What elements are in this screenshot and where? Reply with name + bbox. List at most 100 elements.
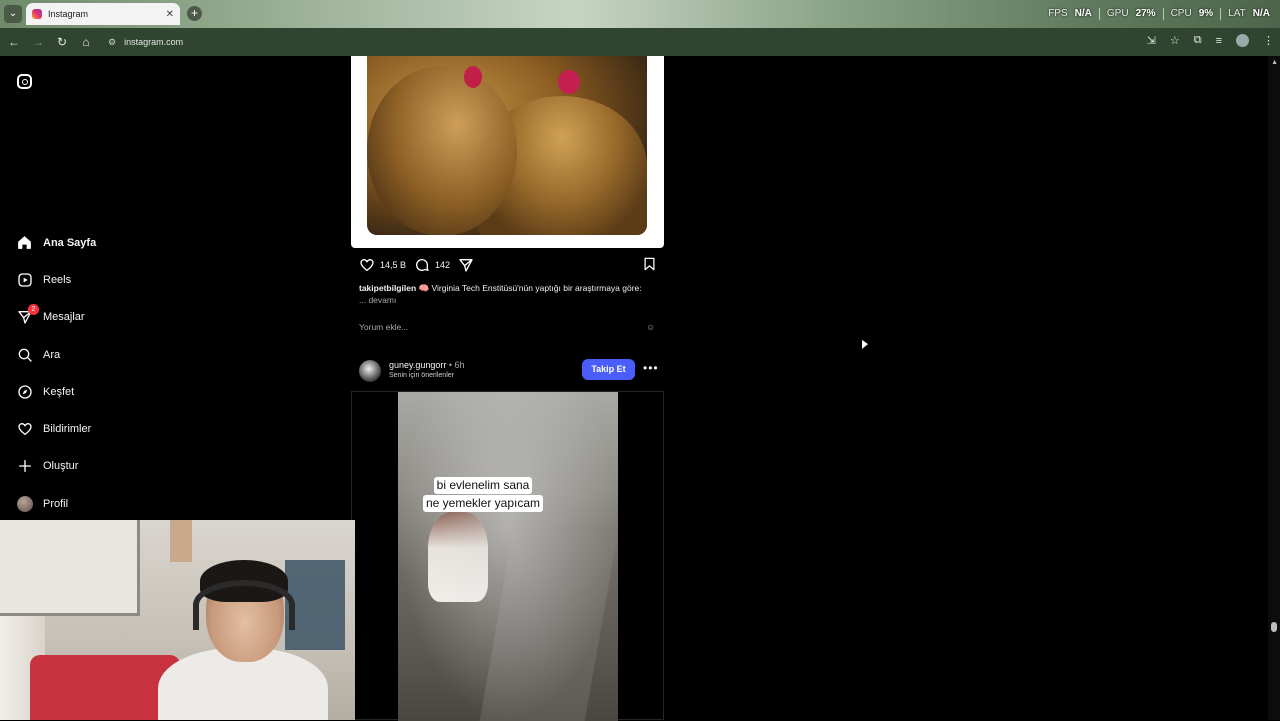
reels-icon (16, 271, 33, 288)
avatar[interactable] (359, 360, 381, 382)
scroll-up-icon[interactable]: ▲ (1271, 59, 1278, 66)
page-scrollbar[interactable]: ▲ (1268, 56, 1280, 720)
site-info-icon[interactable]: ⚙ (108, 37, 116, 48)
video-caption-line: bi evlenelim sana (433, 477, 533, 494)
caption-more-link[interactable]: ... devamı (359, 294, 649, 306)
gpu-label: GPU (1106, 8, 1129, 19)
post-user-line: guney.gungorr • 6h (389, 360, 465, 370)
comment-icon[interactable] (414, 257, 430, 273)
home-icon (16, 234, 33, 251)
tab-search-button[interactable]: ⌄ (4, 5, 22, 23)
instagram-logo-icon[interactable] (17, 74, 32, 89)
avatar-container (16, 495, 33, 512)
url-field[interactable]: ⚙ instagram.com (108, 37, 183, 48)
caption-text: Virginia Tech Enstitüsü'nün yaptığı bir … (431, 283, 642, 293)
post-time: • 6h (448, 360, 465, 370)
lat-label: LAT (1228, 8, 1246, 19)
install-app-icon[interactable]: ⇲ (1147, 34, 1156, 47)
post-video-container[interactable]: bi evlenelim sana ne yemekler yapıcam (351, 391, 664, 721)
like-count[interactable]: 14,5 B (380, 260, 406, 270)
sidebar-item-reels[interactable]: Reels (16, 261, 96, 298)
video-scene-detail (398, 392, 618, 721)
video-caption-line: ne yemekler yapıcam (422, 495, 544, 512)
video-overlay-text: bi evlenelim sana ne yemekler yapıcam (410, 476, 556, 512)
sidebar-item-label: Ara (43, 348, 61, 361)
post-caption: takipetbilgilen 🧠 Virginia Tech Enstitüs… (359, 282, 649, 306)
mouse-cursor-icon (862, 339, 868, 354)
search-icon (16, 346, 33, 363)
bookmark-icon[interactable] (642, 256, 657, 272)
gpu-value: 27% (1135, 8, 1156, 19)
suggested-label: Senin için önerilenler (389, 372, 454, 379)
sidebar-item-notifications[interactable]: Bildirimler (16, 410, 96, 447)
performance-overlay: FPS N/A GPU 27% CPU 9% LAT N/A (1048, 8, 1270, 20)
comment-input[interactable]: Yorum ekle... (359, 322, 408, 332)
cpu-label: CPU (1170, 8, 1192, 19)
like-heart-icon[interactable] (359, 257, 375, 273)
reload-icon[interactable]: ↻ (50, 35, 74, 49)
media-controls-icon[interactable]: ≡ (1216, 35, 1222, 47)
scrollbar-thumb[interactable] (1271, 622, 1277, 632)
browser-tab-bar: ⌄ Instagram ✕ + FPS N/A GPU 27% CPU 9% L… (0, 0, 1280, 28)
close-tab-icon[interactable]: ✕ (166, 9, 174, 20)
back-icon[interactable]: ← (2, 35, 26, 49)
menu-kebab-icon[interactable]: ⋮ (1263, 34, 1274, 47)
sidebar-item-label: Keşfet (43, 385, 75, 398)
sidebar-item-label: Profil (43, 497, 69, 510)
navigation-buttons: ← → ↻ ⌂ (2, 35, 98, 49)
emoji-icon[interactable]: ☺ (646, 322, 655, 332)
sidebar-item-messages[interactable]: 2 Mesajlar (16, 299, 96, 336)
headset-icon (193, 580, 295, 630)
sidebar-item-label: Reels (43, 273, 72, 286)
caption-username[interactable]: takipetbilgilen (359, 283, 416, 293)
url-text[interactable]: instagram.com (124, 37, 183, 47)
home-browser-icon[interactable]: ⌂ (74, 35, 98, 49)
post-video[interactable]: bi evlenelim sana ne yemekler yapıcam (398, 392, 618, 721)
sidebar-item-label: Mesajlar (43, 311, 85, 324)
sidebar-item-label: Bildirimler (43, 423, 92, 436)
follow-button[interactable]: Takip Et (582, 359, 635, 380)
explore-icon (16, 383, 33, 400)
heart-icon (16, 421, 33, 438)
tab-title: Instagram (48, 9, 89, 19)
cpu-value: 9% (1198, 8, 1214, 19)
share-group (458, 257, 474, 273)
post-image[interactable] (367, 56, 647, 235)
image-detail (464, 66, 482, 88)
sidebar-item-home[interactable]: Ana Sayfa (16, 224, 96, 261)
save-group (642, 256, 657, 274)
comment-group: 142 (414, 257, 450, 273)
webcam-scene-detail (170, 520, 192, 562)
more-options-button[interactable]: ••• (643, 361, 659, 375)
webcam-scene-detail (0, 520, 140, 616)
post-header: guney.gungorr • 6h Senin için önerilenle… (359, 357, 659, 383)
sidebar-item-profile[interactable]: Profil (16, 485, 96, 522)
post-image-container[interactable] (351, 56, 664, 248)
post-actions: 14,5 B 142 (359, 256, 657, 274)
add-comment-row: Yorum ekle... ☺ (359, 322, 655, 332)
divider (1098, 8, 1100, 20)
post-username[interactable]: guney.gungorr (389, 360, 446, 370)
browser-profile-avatar[interactable] (1236, 34, 1249, 47)
image-detail (558, 70, 580, 94)
toolbar-actions: ⇲ ☆ ⧉ ≡ ⋮ (1147, 34, 1274, 47)
sidebar-item-explore[interactable]: Keşfet (16, 373, 96, 410)
unread-badge: 2 (28, 303, 39, 315)
sidebar-item-create[interactable]: Oluştur (16, 448, 96, 485)
new-tab-button[interactable]: + (187, 6, 202, 21)
fps-label: FPS (1048, 8, 1068, 19)
lat-value: N/A (1252, 8, 1270, 19)
share-icon[interactable] (458, 257, 474, 273)
fps-value: N/A (1074, 8, 1092, 19)
browser-tab[interactable]: Instagram ✕ (26, 3, 180, 25)
messages-icon: 2 (16, 303, 39, 326)
address-bar: ← → ↻ ⌂ ⚙ instagram.com ⇲ ☆ ⧉ ≡ ⋮ (0, 28, 1280, 56)
forward-icon[interactable]: → (26, 35, 50, 49)
like-group: 14,5 B (359, 257, 406, 273)
instagram-page: Ana Sayfa Reels 2 Mesajlar Ara Keşfet Bi… (0, 56, 1280, 721)
sidebar-item-label: Oluştur (43, 460, 79, 473)
extensions-icon[interactable]: ⧉ (1194, 34, 1202, 47)
sidebar-item-search[interactable]: Ara (16, 336, 96, 373)
bookmark-star-icon[interactable]: ☆ (1170, 34, 1180, 47)
comment-count[interactable]: 142 (435, 260, 450, 270)
